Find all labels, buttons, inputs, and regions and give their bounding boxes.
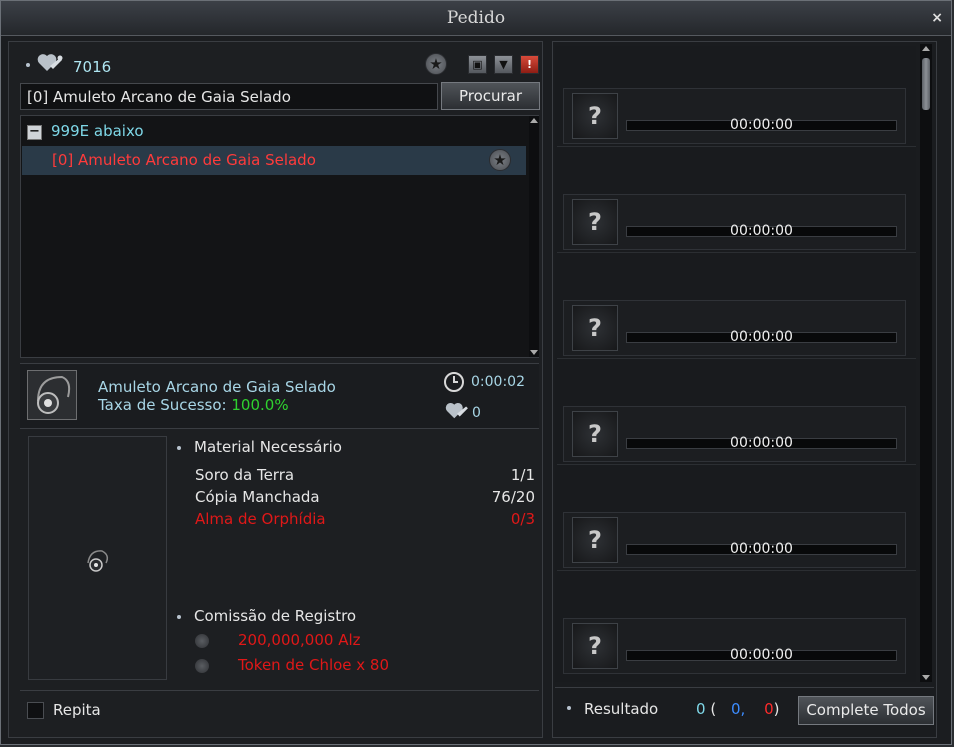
bullet-icon — [26, 63, 30, 67]
points-value: 7016 — [73, 58, 112, 76]
result-label: Resultado — [584, 700, 659, 718]
crafting-queue-panel: ? 00:00:00 ? 00:00:00 ? 00:00:00 ? 00:00… — [552, 41, 937, 738]
pedido-window: Pedido × 7016 ★ ▣ ▼ ! [0] Amuleto Arcano… — [0, 0, 952, 745]
unknown-item-icon: ? — [572, 517, 618, 563]
result-total: 0 — [696, 700, 706, 718]
request-panel: 7016 ★ ▣ ▼ ! [0] Amuleto Arcano de Gaia … — [8, 41, 543, 738]
bullet-icon — [567, 706, 571, 710]
slot-timer: 00:00:00 — [730, 117, 793, 133]
paren-open: ( — [710, 700, 717, 718]
slot-timer: 00:00:00 — [730, 223, 793, 239]
heart-wrench-icon — [36, 52, 64, 78]
commission-radio[interactable] — [195, 634, 209, 648]
queue-slot[interactable]: ? 00:00:00 — [563, 406, 906, 462]
unknown-item-icon: ? — [572, 305, 618, 351]
close-button[interactable]: × — [931, 10, 943, 26]
selected-item-name: Amuleto Arcano de Gaia Selado — [98, 378, 336, 396]
result-success: 0, — [730, 700, 746, 718]
success-rate-label: Taxa de Sucesso: — [98, 396, 227, 414]
item-favorite-star-icon[interactable]: ★ — [489, 149, 511, 171]
queue-slot[interactable]: ? 00:00:00 — [563, 618, 906, 674]
search-input[interactable]: [0] Amuleto Arcano de Gaia Selado — [20, 83, 438, 110]
divider — [20, 690, 539, 691]
scroll-up-icon[interactable] — [530, 118, 538, 123]
result-counts: 0 ( 0, 0) — [696, 700, 779, 718]
complete-all-button[interactable]: Complete Todos — [798, 696, 934, 725]
collapse-toggle-icon[interactable]: − — [27, 125, 42, 140]
queue-slot[interactable]: ? 00:00:00 — [563, 88, 906, 144]
queue-list: ? 00:00:00 ? 00:00:00 ? 00:00:00 ? 00:00… — [555, 46, 916, 682]
scroll-up-icon[interactable] — [922, 46, 930, 51]
material-name: Cópia Manchada — [195, 488, 320, 506]
repeat-label: Repita — [53, 701, 101, 719]
divider — [557, 252, 916, 253]
material-count: 76/20 — [491, 488, 535, 506]
bullet-icon — [177, 615, 181, 619]
success-rate: Taxa de Sucesso: 100.0% — [98, 396, 289, 414]
craft-points: 0 — [472, 405, 481, 421]
search-button[interactable]: Procurar — [441, 82, 540, 110]
bullet-icon — [177, 446, 181, 450]
favorite-star-icon[interactable]: ★ — [425, 53, 447, 75]
preview-amulet-icon — [87, 550, 109, 572]
result-fail: 0 — [764, 700, 774, 718]
queue-slot[interactable]: ? 00:00:00 — [563, 512, 906, 568]
warning-icon[interactable]: ! — [520, 55, 539, 74]
queue-slot[interactable]: ? 00:00:00 — [563, 194, 906, 250]
success-rate-value: 100.0% — [231, 396, 289, 414]
item-preview — [28, 436, 167, 680]
craft-time: 0:00:02 — [471, 374, 525, 390]
selected-item-info: Amuleto Arcano de Gaia Selado Taxa de Su… — [20, 363, 539, 429]
material-name: Soro da Terra — [195, 466, 295, 484]
queue-slot[interactable]: ? 00:00:00 — [563, 300, 906, 356]
material-count: 1/1 — [510, 466, 535, 484]
paren-close: ) — [773, 700, 780, 718]
clock-icon — [443, 371, 465, 397]
scroll-thumb[interactable] — [922, 58, 930, 110]
divider — [557, 146, 916, 147]
commission-option-label: Token de Chloe x 80 — [238, 656, 390, 674]
recipe-list: − 999E abaixo [0] Amuleto Arcano de Gaia… — [20, 115, 539, 358]
commission-header: Comissão de Registro — [194, 607, 357, 625]
material-name: Alma de Orphídia — [195, 510, 326, 528]
divider — [557, 464, 916, 465]
divider — [555, 687, 934, 688]
title-bar[interactable]: Pedido × — [1, 1, 951, 36]
unknown-item-icon: ? — [572, 199, 618, 245]
slot-timer: 00:00:00 — [730, 541, 793, 557]
tree-item-label: [0] Amuleto Arcano de Gaia Selado — [52, 151, 316, 169]
slot-timer: 00:00:00 — [730, 329, 793, 345]
folder-settings-icon[interactable]: ▣ — [468, 55, 487, 74]
queue-scrollbar[interactable] — [920, 44, 932, 682]
slot-timer: 00:00:00 — [730, 435, 793, 451]
commission-option-label: 200,000,000 Alz — [238, 631, 361, 649]
unknown-item-icon: ? — [572, 623, 618, 669]
amulet-icon — [27, 370, 77, 420]
unknown-item-icon: ? — [572, 93, 618, 139]
divider — [557, 570, 916, 571]
unknown-item-icon: ? — [572, 411, 618, 457]
divider — [557, 358, 916, 359]
list-scrollbar[interactable] — [529, 116, 539, 357]
heart-wrench-small-icon — [444, 401, 470, 425]
tree-item-selected[interactable]: [0] Amuleto Arcano de Gaia Selado ★ — [22, 146, 526, 175]
repeat-checkbox[interactable] — [27, 702, 44, 719]
materials-header: Material Necessário — [194, 438, 342, 456]
tree-group-label[interactable]: 999E abaixo — [51, 122, 144, 140]
scroll-down-icon[interactable] — [922, 675, 930, 680]
window-title: Pedido — [446, 8, 506, 28]
slot-timer: 00:00:00 — [730, 647, 793, 663]
scroll-down-icon[interactable] — [530, 350, 538, 355]
filter-icon[interactable]: ▼ — [494, 55, 513, 74]
material-count: 0/3 — [510, 510, 535, 528]
commission-radio[interactable] — [195, 659, 209, 673]
